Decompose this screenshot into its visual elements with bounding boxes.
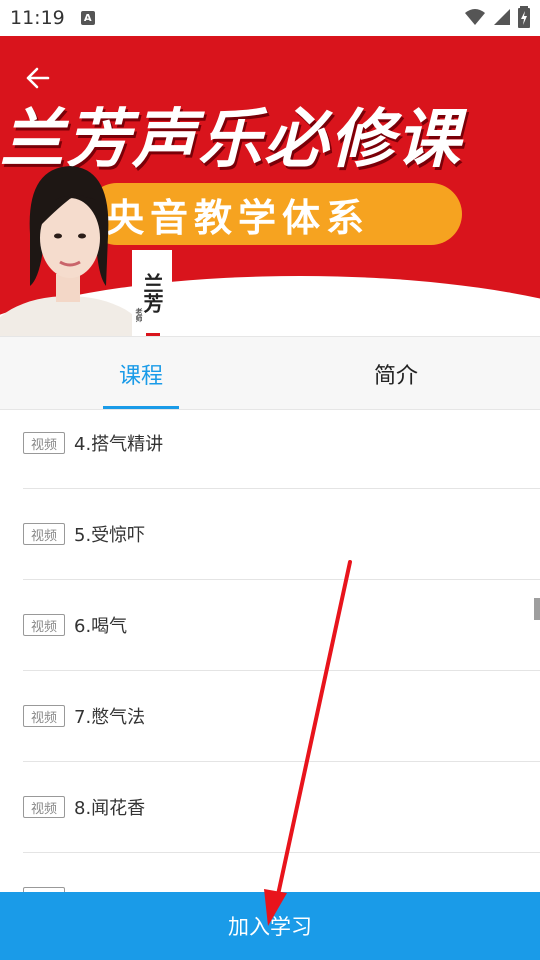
status-icons: [464, 6, 530, 28]
video-badge: 视频: [23, 614, 65, 636]
tab-course[interactable]: 课程: [40, 337, 242, 411]
lesson-title: 8.闻花香: [74, 798, 146, 819]
notification-a-icon: A: [80, 11, 95, 25]
lesson-title: 7.憋气法: [74, 707, 146, 728]
teacher-name: 兰芳: [140, 273, 164, 313]
lesson-title: 6.喝气: [74, 616, 128, 637]
scrollbar-thumb[interactable]: [534, 598, 540, 620]
lesson-list[interactable]: 视频 4.搭气精讲 视频 5.受惊吓 视频 6.喝气 视频 7.憋气法 视频 8…: [0, 410, 540, 892]
lesson-item[interactable]: 视频 4.搭气精讲: [23, 410, 540, 489]
lesson-item[interactable]: 视频 7.憋气法: [23, 671, 540, 762]
lesson-item[interactable]: 视频 8.闻花香: [23, 762, 540, 853]
back-arrow-icon: [26, 67, 50, 89]
tab-active-indicator: [103, 406, 179, 409]
video-badge: 视频: [23, 796, 65, 818]
video-badge: 视频: [23, 432, 65, 454]
signal-icon: [494, 9, 510, 25]
course-banner: 兰芳声乐必修课 央音教学体系 兰芳 老师: [0, 36, 540, 336]
battery-icon: [518, 6, 530, 28]
teacher-photo: [0, 166, 136, 336]
status-bar: 11:19 A: [0, 0, 540, 36]
video-badge: 视频: [23, 523, 65, 545]
back-button[interactable]: [22, 62, 54, 94]
video-badge: 视频: [23, 705, 65, 727]
lesson-title: 4.搭气精讲: [74, 434, 164, 455]
tab-intro[interactable]: 简介: [295, 337, 497, 411]
lesson-item[interactable]: 视频 6.喝气: [23, 580, 540, 671]
lesson-title: 5.受惊吓: [74, 525, 146, 546]
teacher-name-card: 兰芳 老师: [132, 250, 172, 336]
teacher-label: 老师: [135, 308, 144, 322]
wifi-icon: [465, 9, 485, 25]
status-time: 11:19: [10, 7, 65, 29]
lesson-item[interactable]: 视频: [23, 853, 540, 892]
join-study-button[interactable]: 加入学习: [0, 892, 540, 960]
banner-subtitle: 央音教学体系: [86, 183, 462, 245]
lesson-item[interactable]: 视频 5.受惊吓: [23, 489, 540, 580]
tab-bar: 课程 简介: [0, 336, 540, 410]
